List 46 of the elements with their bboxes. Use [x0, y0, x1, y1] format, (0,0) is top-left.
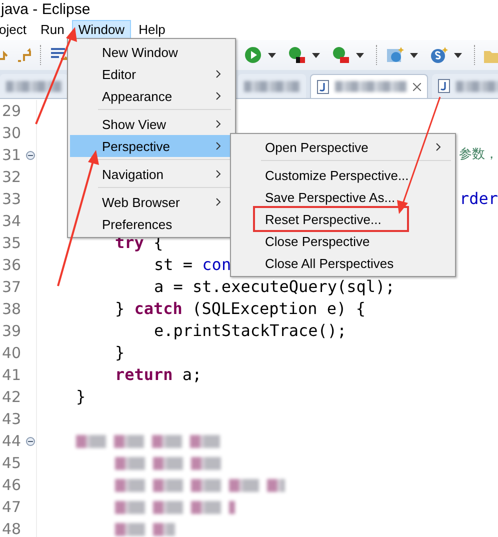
menu-item[interactable]: Editor — [70, 63, 233, 85]
menu-item[interactable]: Open Perspective — [233, 136, 453, 158]
line-number: 39 — [2, 322, 22, 340]
menu-item[interactable]: Preferences — [70, 213, 233, 235]
line-number: 40 — [2, 344, 22, 362]
line-number: 45 — [2, 454, 22, 472]
menu-item[interactable]: Close Perspective — [233, 230, 453, 252]
line-number: 35 — [2, 234, 22, 252]
line-number: 29 — [2, 102, 22, 120]
menu-item[interactable]: Perspective — [70, 135, 233, 157]
menu-item[interactable]: Save Perspective As... — [233, 186, 453, 208]
line-number: 30 — [2, 124, 22, 142]
code-line: e.printStackTrace(); — [154, 320, 347, 342]
line-number: 36 — [2, 256, 22, 274]
line-number: 32 — [2, 168, 22, 186]
menu-item[interactable]: Web Browser — [70, 191, 233, 213]
menu-item[interactable]: Run — [34, 20, 70, 39]
menu-item[interactable]: Window — [72, 20, 131, 39]
window-title: java - Eclipse — [1, 1, 90, 18]
code-line: } — [115, 342, 125, 364]
line-number: 47 — [2, 498, 22, 516]
menu-item[interactable]: Appearance — [70, 85, 233, 107]
menu-item[interactable]: Reset Perspective... — [233, 208, 453, 230]
menu-item[interactable]: Navigation — [70, 163, 233, 185]
code-line: return a; — [115, 364, 202, 386]
code-line: a = st.executeQuery(sql); — [154, 276, 395, 298]
line-number: 48 — [2, 520, 22, 537]
line-number: 41 — [2, 366, 22, 384]
line-number: 42 — [2, 388, 22, 406]
menu-item[interactable]: Help — [132, 20, 172, 39]
code-line: st = con — [154, 254, 232, 276]
menu-item[interactable]: Close All Perspectives — [233, 252, 453, 274]
line-number: 38 — [2, 300, 22, 318]
menu-item[interactable]: Show View — [70, 113, 233, 135]
line-number: 37 — [2, 278, 22, 296]
line-number: 33 — [2, 190, 22, 208]
line-number: 43 — [2, 410, 22, 428]
line-number: 31 — [2, 146, 22, 164]
code-line: } — [76, 386, 86, 408]
code-line: 参数， — [459, 146, 498, 164]
line-number: 46 — [2, 476, 22, 494]
code-line: } catch (SQLException e) { — [115, 298, 366, 320]
line-number: 44 — [2, 432, 22, 450]
line-number: 34 — [2, 212, 22, 230]
code-line: rder — [459, 188, 498, 210]
menu-item[interactable]: Customize Perspective... — [233, 164, 453, 186]
